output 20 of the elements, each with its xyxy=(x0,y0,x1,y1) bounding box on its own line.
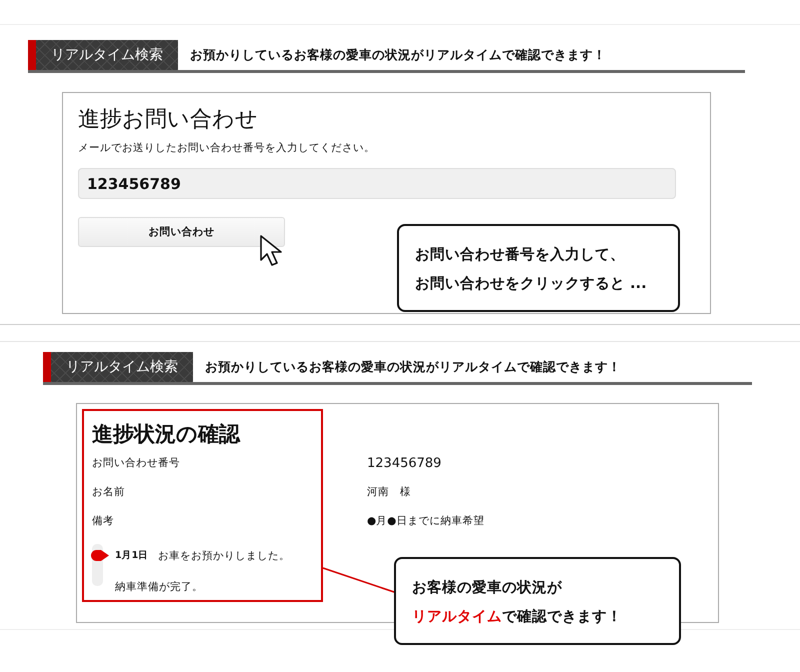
field-label: 備考 xyxy=(92,514,115,529)
section-heading: お預かりしているお客様の愛車の状況がリアルタイムで確認できます！ xyxy=(190,46,606,64)
timeline-text: お車をお預かりしました。 xyxy=(158,548,290,562)
field-value: 123456789 xyxy=(367,455,442,473)
section-label: リアルタイム検索 xyxy=(43,352,193,382)
result-title: 進捗状況の確認 xyxy=(92,421,242,448)
timeline-date: 1月1日 xyxy=(115,549,148,562)
field-value: ●月●日までに納車希望 xyxy=(367,514,484,529)
section-label: リアルタイム検索 xyxy=(28,40,178,70)
callout-box: お客様の愛車の状況が リアルタイムで確認できます！ xyxy=(394,557,681,645)
field-label: お名前 xyxy=(92,485,126,500)
inquiry-number-field[interactable]: 123456789 xyxy=(78,168,676,199)
section-heading: お預かりしているお客様の愛車の状況がリアルタイムで確認できます！ xyxy=(205,358,621,376)
form-title: 進捗お問い合わせ xyxy=(78,106,259,134)
field-value: 河南 様 xyxy=(367,485,412,500)
form-description: メールでお送りしたお問い合わせ番号を入力してください。 xyxy=(78,141,376,155)
timeline-text: 納車準備が完了。 xyxy=(115,580,203,594)
inquiry-button[interactable]: お問い合わせ xyxy=(78,217,285,247)
callout-box: お問い合わせ番号を入力して、 お問い合わせをクリックすると ... xyxy=(397,224,680,312)
field-label: お問い合わせ番号 xyxy=(92,456,181,471)
